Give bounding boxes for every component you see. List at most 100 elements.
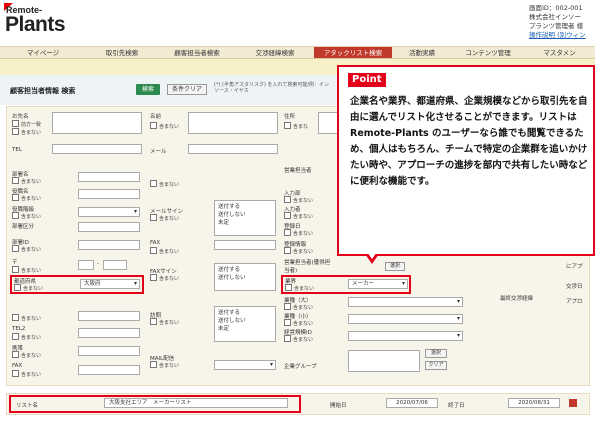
nav-tab-7[interactable]: マスタメン [524,47,595,58]
industry-select[interactable]: メーカー [348,279,408,289]
scale-large-exclude-checkbox[interactable]: 含まない [284,303,313,311]
tel2-input[interactable] [78,328,140,338]
nav-tab-3[interactable]: 交渉経緯検索 [236,47,314,58]
tel-input[interactable] [52,144,142,154]
title-exclude-checkbox[interactable]: 含まない [12,194,41,202]
postal-exclude-checkbox[interactable]: 含まない [12,266,41,274]
address-input[interactable] [318,112,338,134]
address-exclude-checkbox[interactable]: 含まな [284,122,308,130]
mail-sign-exclude-checkbox[interactable]: 含まない [150,214,179,222]
mail-sign-option-3[interactable]: 未定 [218,219,272,227]
group-label: 企業グループ [284,364,317,370]
reg-info-exclude-checkbox[interactable]: 含まない [284,247,313,255]
nav-tab-5[interactable]: 活動実績 [392,47,452,58]
dept-class-label: 部署区分 [12,224,35,230]
nav-tab-2[interactable]: 顧客担当者検索 [158,47,236,58]
mail-sign-list[interactable]: 送付する 送付しない 未定 [214,200,276,236]
tel2-label: TEL2 [12,326,26,332]
search-button[interactable]: 検索 [136,84,160,95]
end-date-input[interactable]: 2020/08/31 [508,398,560,408]
calendar-icon[interactable] [569,399,577,407]
dept-id-input[interactable] [78,240,140,250]
fax-label-exclude-checkbox[interactable]: 含まない [150,247,179,255]
tel-exclude-checkbox[interactable]: 含まない [12,314,41,322]
group-clear-button[interactable]: クリア [425,361,447,370]
logo-main: Plants [5,13,66,36]
start-date-input[interactable]: 2020/07/06 [386,398,438,408]
scale-large-select[interactable] [348,297,463,307]
fax-exclude-checkbox[interactable]: 含まない [12,370,41,378]
company-name-label: お先名 [12,114,29,120]
rank-exclude-checkbox[interactable]: 含まない [12,212,41,220]
list-name-label: リスト名 [16,403,39,409]
scale-small-exclude-checkbox[interactable]: 含まない [284,319,313,327]
point-text: 企業名や業界、都道府県、企業規模などから取引先を自由に選んでリスト化させることが… [350,96,588,187]
prefecture-exclude-checkbox[interactable]: 含まない [14,284,43,292]
point-tag: Point [348,73,386,87]
scale-id-exclude-checkbox[interactable]: 含まない [284,335,313,343]
input-user-exclude-checkbox[interactable]: 含まない [284,212,313,220]
dept-id-exclude-checkbox[interactable]: 含まない [12,245,41,253]
company-exclude-checkbox[interactable]: 含まない [12,128,41,136]
name-label: 名前 [150,114,162,120]
mail-sign-option-1[interactable]: 送付する [218,203,272,211]
company-prefix-checkbox[interactable]: 前方一致 [12,120,41,128]
mobile-exclude-checkbox[interactable]: 含まない [12,351,41,359]
visit-option-1[interactable]: 送付する [218,309,272,317]
dept-input[interactable] [78,172,140,182]
clear-button[interactable]: 条件クリア [167,84,207,95]
fax-field[interactable] [214,240,276,250]
group-select-button[interactable]: 選択 [425,349,447,358]
middle-exclude-checkbox[interactable]: 含まない [150,180,179,188]
fax-sign-exclude-checkbox[interactable]: 含まない [150,274,179,282]
mail-label: メール [150,149,167,155]
visit-exclude-checkbox[interactable]: 含まない [150,318,179,326]
fax-field-label: FAX [12,363,23,369]
dept-exclude-checkbox[interactable]: 含まない [12,177,41,185]
scale-id-select[interactable] [348,331,463,341]
biz-owner-label: 営業担当者 [284,168,312,174]
scale-small-select[interactable] [348,314,463,324]
mobile-input[interactable] [78,346,140,356]
list-name-input[interactable]: 大阪支社エリア メーカーリスト [104,398,288,408]
postal-label: 〒 [12,260,18,266]
fax-sign-option-2[interactable]: 送付しない [218,274,272,282]
start-date-label: 開始日 [330,403,347,409]
company-name-input[interactable] [52,112,142,134]
nav-tab-0[interactable]: マイページ [0,47,86,58]
fax-sign-list[interactable]: 送付する 送付しない [214,263,276,291]
input-dept-exclude-checkbox[interactable]: 含まない [284,196,313,204]
section-title: 顧客担当者情報 検索 [10,87,76,95]
mail-dist-exclude-checkbox[interactable]: 含まない [150,361,179,369]
visit-list[interactable]: 送付する 送付しない 未定 [214,306,276,342]
manual-link[interactable]: 操作説明 (別ウィン [529,31,589,40]
mail-dist-select[interactable] [214,360,276,370]
select-owner-button[interactable]: 選択 [385,262,405,271]
search-note: (*) (半角アスタリスク) を入れて検索可能/例：インソース・イヤス [214,82,330,94]
nav-tab-4[interactable]: アタックリスト検索 [314,47,392,58]
nav-tab-1[interactable]: 取引先検索 [86,47,158,58]
visit-option-2[interactable]: 送付しない [218,317,272,325]
postal-input-1[interactable] [78,260,94,270]
fax-sign-option-1[interactable]: 送付する [218,266,272,274]
postal-input-2[interactable] [103,260,127,270]
nav-tab-6[interactable]: コンテンツ管理 [452,47,524,58]
reg-date-exclude-checkbox[interactable]: 含まない [284,229,313,237]
industry-exclude-checkbox[interactable]: 含まない [285,284,314,292]
name-exclude-checkbox[interactable]: 含まない [150,122,179,130]
group-input[interactable] [348,350,420,372]
dept-class-input[interactable] [78,222,140,232]
rank-select[interactable] [78,207,140,217]
tel-field-2[interactable] [78,311,140,321]
tel2-exclude-checkbox[interactable]: 含まない [12,333,41,341]
name-input[interactable] [188,112,278,134]
mail-sign-option-2[interactable]: 送付しない [218,211,272,219]
approach-label: アプロ [566,299,583,305]
biz-owner2-label: 営業担当者(獲得担当者) [284,260,331,274]
visit-option-3[interactable]: 未定 [218,325,272,333]
title-input[interactable] [78,189,140,199]
last-negotiation-label: 最終交渉経緯 [500,296,534,302]
prefecture-select[interactable]: 大阪府 [80,279,140,289]
mail-input[interactable] [188,144,278,154]
fax-input[interactable] [78,365,140,375]
